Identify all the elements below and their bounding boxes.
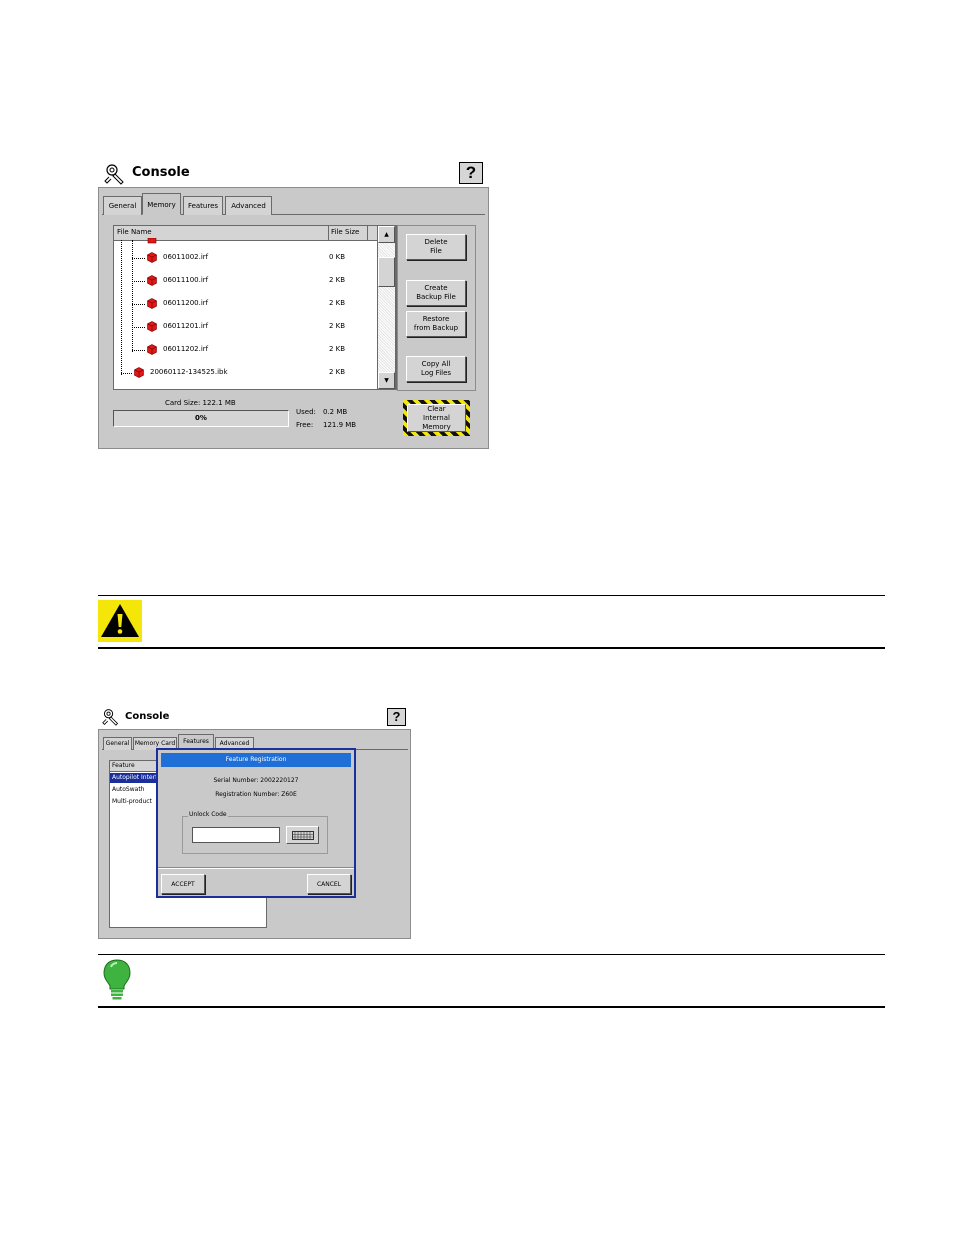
title-bar: Console ? (98, 157, 489, 187)
delete-file-button[interactable]: Delete File (406, 234, 466, 260)
feature-name: Autopilot Interfa (112, 774, 161, 781)
file-size: 2 KB (329, 322, 346, 330)
cancel-button[interactable]: CANCEL (307, 874, 351, 894)
button-label: Log Files (420, 369, 452, 377)
file-row[interactable]: 06011202.irf 2 KB (114, 344, 378, 358)
file-row[interactable]: 06011100.irf 2 KB (114, 275, 378, 289)
used-label: Used: (296, 408, 316, 416)
console-window: General Memory Features Advanced File Na… (98, 187, 489, 449)
file-name: 06011100.irf (163, 276, 209, 284)
column-file-name[interactable]: File Name (117, 228, 152, 236)
file-name: 06011200.irf (163, 299, 209, 307)
wrench-gear-icon (102, 709, 119, 726)
title-bar: Console ? (98, 705, 411, 729)
create-backup-button[interactable]: Create Backup File (406, 280, 466, 306)
unlock-code-input[interactable] (192, 827, 280, 843)
scroll-up-button[interactable]: ▲ (378, 226, 395, 243)
file-list-scrollbar[interactable]: ▲ ▼ (377, 225, 396, 390)
file-name: 06011202.irf (163, 345, 209, 353)
scroll-thumb[interactable] (378, 257, 395, 287)
lightbulb-icon (103, 959, 131, 1000)
tab-features[interactable]: Features (183, 196, 223, 215)
card-size-label: Card Size: 122.1 MB (165, 399, 236, 407)
scroll-down-button[interactable]: ▼ (378, 372, 395, 389)
file-name: 20060112-134525.ibk (150, 368, 228, 376)
button-label: Copy All (421, 360, 451, 368)
file-row[interactable]: 06011002.irf 0 KB (114, 252, 378, 266)
file-size: 2 KB (329, 368, 346, 376)
console-window: General Memory Card Features Advanced Fe… (98, 729, 411, 939)
column-feature[interactable]: Feature (112, 762, 135, 769)
tab-advanced[interactable]: Advanced (225, 196, 272, 215)
button-label: Create (424, 284, 448, 292)
button-label: from Backup (413, 324, 459, 332)
column-divider (367, 226, 368, 240)
warning-icon (98, 600, 142, 642)
tip-callout-top-rule (98, 954, 885, 955)
memory-progress-bar: 0% (113, 410, 289, 427)
used-value: 0.2 MB (323, 408, 348, 416)
accept-button[interactable]: ACCEPT (161, 874, 205, 894)
arrow-up-icon: ▲ (384, 231, 389, 238)
file-size: 0 KB (329, 253, 346, 261)
tab-memory[interactable]: Memory (142, 193, 181, 215)
dialog-title-bar: Feature Registration (161, 753, 351, 767)
file-size: 2 KB (329, 299, 346, 307)
warning-callout-bottom-rule (98, 647, 885, 649)
file-name: 06011201.irf (163, 322, 209, 330)
button-label: Restore (422, 315, 450, 323)
unlock-code-label: Unlock Code (188, 811, 228, 818)
keyboard-button[interactable] (286, 826, 319, 844)
file-list[interactable]: File Name File Size 06011002.irf 0 KB 0601… (113, 225, 397, 390)
clear-internal-memory-button[interactable]: Clear Internal Memory (407, 404, 466, 432)
feature-row[interactable]: Multi-product (112, 798, 152, 805)
button-label: Internal Memory (422, 413, 451, 431)
file-size: 2 KB (329, 345, 346, 353)
file-icon (147, 321, 157, 332)
help-button[interactable]: ? (459, 162, 483, 184)
page-title: Console (125, 711, 170, 722)
file-row[interactable]: 06011200.irf 2 KB (114, 298, 378, 312)
keyboard-icon (291, 830, 314, 840)
file-row[interactable]: 06011201.irf 2 KB (114, 321, 378, 335)
console-features-screenshot: Console ? General Memory Card Features A… (98, 705, 411, 939)
tab-general[interactable]: General (103, 196, 142, 215)
file-size: 2 KB (329, 276, 346, 284)
tip-callout-bottom-rule (98, 1006, 885, 1008)
dialog-divider (158, 867, 354, 869)
serial-number: Serial Number: 2002220127 (213, 777, 299, 784)
registration-number: Registration Number: Z60E (215, 791, 297, 798)
arrow-down-icon: ▼ (384, 377, 389, 384)
file-name: 06011002.irf (163, 253, 209, 261)
page-title: Console (132, 165, 190, 180)
button-label: File (430, 247, 442, 255)
column-file-size[interactable]: File Size (331, 228, 359, 236)
file-row[interactable]: 20060112-134525.ibk 2 KB (114, 367, 378, 381)
warning-callout-top-rule (98, 595, 885, 596)
file-icon (147, 344, 157, 355)
console-memory-screenshot: Console ? General Memory Features Advanc… (98, 157, 489, 449)
help-button[interactable]: ? (387, 708, 406, 726)
button-label: Backup File (416, 293, 456, 301)
restore-backup-button[interactable]: Restore from Backup (406, 311, 466, 337)
copy-log-files-button[interactable]: Copy All Log Files (406, 356, 466, 382)
file-icon (147, 275, 157, 286)
wrench-gear-icon (104, 164, 124, 185)
dialog-title: Feature Registration (225, 756, 287, 763)
column-divider (328, 226, 329, 240)
file-icon (147, 238, 157, 244)
progress-text: 0% (195, 414, 207, 422)
file-icon (134, 367, 144, 378)
button-label: Delete (424, 238, 448, 246)
file-icon (147, 252, 157, 263)
tab-general[interactable]: General (103, 737, 132, 750)
file-icon (147, 298, 157, 309)
feature-row[interactable]: AutoSwath (112, 786, 144, 793)
free-label: Free: (296, 421, 314, 429)
free-value: 121.9 MB (323, 421, 357, 429)
button-label: Clear (427, 404, 446, 413)
feature-registration-dialog: Feature Registration Serial Number: 2002… (156, 748, 356, 898)
